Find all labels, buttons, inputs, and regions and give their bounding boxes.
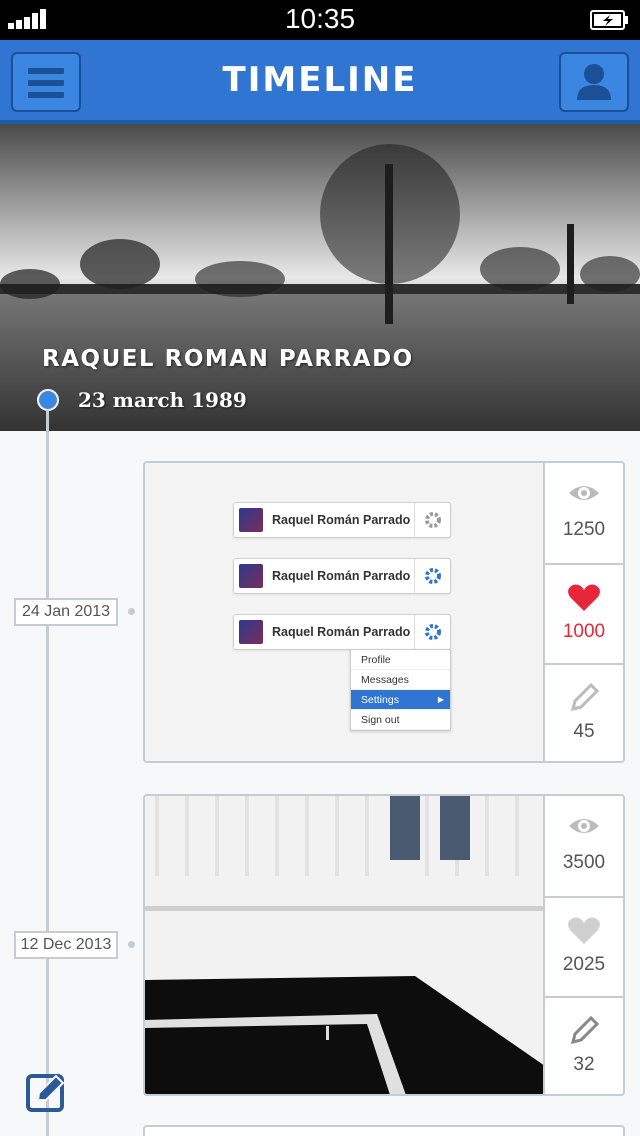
page-title: TIMELINE [222, 60, 418, 100]
views-stat[interactable]: 3500 [545, 796, 623, 896]
heart-icon [568, 917, 600, 944]
heart-icon [568, 584, 600, 611]
views-count: 3500 [562, 852, 606, 873]
post-stats: 1250 1000 45 [543, 463, 623, 761]
post-photo [145, 796, 545, 1094]
gear-icon [414, 503, 450, 537]
timeline-dot [128, 941, 135, 948]
pencil-icon [570, 683, 600, 712]
user-icon [577, 64, 611, 100]
timeline-line [46, 410, 49, 1136]
timeline-post[interactable]: 3500 2025 32 [143, 794, 625, 1096]
profile-cover: RAQUEL ROMAN PARRADO 23 march 1989 [0, 124, 640, 431]
cover-photo [0, 124, 640, 431]
timeline-post[interactable]: Raquel Román Parrado Raquel Román Parrad… [143, 461, 625, 763]
mockup-user-name: Raquel Román Parrado [272, 513, 411, 527]
eye-icon [569, 486, 599, 500]
mockup-user-bar: Raquel Román Parrado [233, 614, 451, 650]
gear-icon [414, 615, 450, 649]
mockup-user-bar: Raquel Román Parrado [233, 502, 451, 538]
profile-name: RAQUEL ROMAN PARRADO [42, 346, 414, 372]
post-image[interactable]: Raquel Román Parrado Raquel Román Parrad… [145, 463, 545, 761]
views-count: 1250 [562, 519, 606, 540]
likes-stat[interactable]: 1000 [545, 563, 623, 663]
mockup-user-bar: Raquel Román Parrado [233, 558, 451, 594]
nav-bar: TIMELINE [0, 40, 640, 124]
avatar [239, 620, 263, 644]
comments-stat[interactable]: 32 [545, 996, 623, 1094]
status-time: 10:35 [284, 3, 356, 34]
timeline-post[interactable] [143, 1125, 625, 1136]
eye-icon [569, 819, 599, 833]
mockup-dropdown-menu: Profile Messages Settings ▶ Sign out [350, 649, 451, 731]
likes-count: 2025 [562, 954, 606, 975]
pencil-icon [570, 1016, 600, 1045]
comments-count: 32 [573, 1054, 595, 1075]
likes-count: 1000 [562, 621, 606, 642]
battery-icon [590, 10, 628, 30]
post-date: 12 Dec 2013 [14, 931, 118, 959]
profile-button[interactable] [559, 52, 629, 112]
status-bar: 10:35 [0, 0, 640, 40]
menu-item-settings: Settings ▶ [351, 690, 450, 710]
comments-count: 45 [573, 721, 595, 742]
comments-stat[interactable]: 45 [545, 663, 623, 761]
post-stats: 3500 2025 32 [543, 796, 623, 1094]
avatar [239, 564, 263, 588]
post-image[interactable] [145, 796, 545, 1094]
menu-item-profile: Profile [351, 650, 450, 670]
likes-stat[interactable]: 2025 [545, 896, 623, 996]
timeline-start-dot [37, 389, 59, 411]
mockup-user-name: Raquel Román Parrado [272, 625, 411, 639]
mockup-user-name: Raquel Román Parrado [272, 569, 411, 583]
views-stat[interactable]: 1250 [545, 463, 623, 563]
menu-item-messages: Messages [351, 670, 450, 690]
compose-button[interactable] [26, 1072, 66, 1112]
gear-icon [414, 559, 450, 593]
timeline-dot [128, 608, 135, 615]
menu-item-sign-out: Sign out [351, 710, 450, 730]
chevron-right-icon: ▶ [437, 695, 444, 704]
menu-item-settings-label: Settings [361, 694, 399, 706]
avatar [239, 508, 263, 532]
profile-birthdate: 23 march 1989 [78, 388, 247, 412]
post-date: 24 Jan 2013 [14, 598, 118, 626]
